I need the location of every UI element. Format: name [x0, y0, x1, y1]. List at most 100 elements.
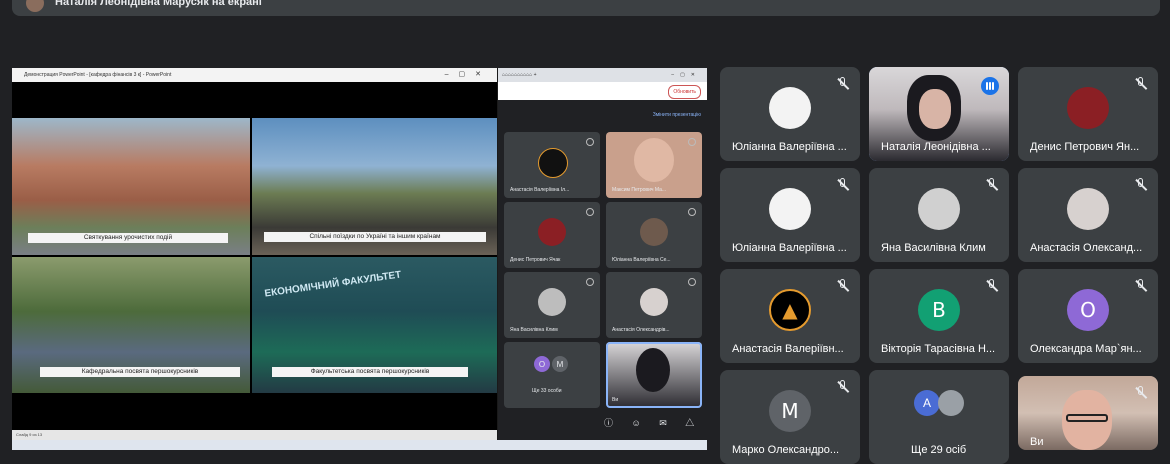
participant-tile[interactable]: Яна Василівна Клим	[869, 168, 1009, 262]
mini-avatar	[640, 288, 668, 316]
mic-off-icon	[836, 77, 850, 91]
mini-tile-name: Анастасія Олександрів...	[612, 327, 670, 333]
mini-tile: Максим Петрович Ма...	[606, 132, 702, 198]
mini-tile: Яна Василівна Клим	[504, 272, 600, 338]
participant-name: Яна Василівна Клим	[881, 242, 986, 254]
mini-avatar: М	[552, 356, 568, 372]
slide-counter: Слайд 9 из 13	[16, 432, 43, 437]
mini-avatar	[538, 218, 566, 246]
mic-off-icon	[586, 138, 594, 146]
participant-name: Наталія Леонідівна ...	[881, 141, 991, 153]
participant-avatar	[769, 87, 811, 129]
photo-department-initiation: Кафедральна посвята першокурсників	[12, 257, 250, 393]
mini-tile-name: Яна Василівна Клим	[510, 327, 558, 333]
mic-off-icon	[1134, 386, 1148, 400]
mini-tile-name: Анастасія Валеріївна Іл...	[510, 187, 570, 193]
mic-off-icon	[985, 178, 999, 192]
address-bar: Обновить	[498, 82, 707, 100]
participant-avatar	[1067, 87, 1109, 129]
participant-avatar: М	[769, 390, 811, 432]
participant-name: Денис Петрович Ян...	[1030, 141, 1140, 153]
participant-name: Юліанна Валеріївна ...	[732, 141, 847, 153]
participant-tile[interactable]: Юліанна Валеріївна ...	[720, 168, 860, 262]
participant-avatar	[1067, 188, 1109, 230]
participant-avatar: В	[918, 289, 960, 331]
participant-name: Марко Олександро...	[732, 444, 840, 456]
mini-tile-name: Ви	[612, 397, 619, 403]
participant-name: Анастасія Олександ...	[1030, 242, 1143, 254]
presenting-text: Наталія Леонідівна Марусяк на екрані	[55, 0, 262, 8]
presenting-banner: Наталія Леонідівна Марусяк на екрані	[0, 0, 1170, 18]
mic-off-icon	[1134, 279, 1148, 293]
mini-avatar	[640, 218, 668, 246]
caption-faculty: Факультетська посвята першокурсників	[272, 367, 468, 377]
browser-tabbar: ⌂⌂⌂⌂⌂⌂⌂⌂⌂⌂ + –▢✕	[498, 68, 707, 82]
mini-video-head	[636, 348, 670, 392]
ppt-statusbar: Слайд 9 из 13	[12, 430, 497, 440]
participant-name: Ви	[1030, 436, 1044, 448]
mic-off-icon	[688, 208, 696, 216]
mic-off-icon	[1134, 178, 1148, 192]
mic-off-icon	[836, 380, 850, 394]
participant-avatar	[938, 390, 964, 416]
mic-off-icon	[586, 278, 594, 286]
participant-avatar: А	[914, 390, 940, 416]
mini-tile-name: Ще 33 особи	[532, 388, 562, 394]
mic-off-icon	[586, 208, 594, 216]
faculty-logo: ЕКОНОМІЧНИЙ ФАКУЛЬТЕТ	[263, 269, 402, 300]
mic-off-icon	[1134, 77, 1148, 91]
participant-tile-speaking[interactable]: Наталія Леонідівна ...	[869, 67, 1009, 161]
caption-department: Кафедральна посвята першокурсників	[40, 367, 240, 377]
mini-avatar	[538, 148, 568, 178]
mic-off-icon	[836, 178, 850, 192]
participant-tile[interactable]: ▲ Анастасія Валеріївн...	[720, 269, 860, 363]
participant-tile[interactable]: Анастасія Олександ...	[1018, 168, 1158, 262]
participant-tile[interactable]: Юліанна Валеріївна ...	[720, 67, 860, 161]
participant-avatar: О	[1067, 289, 1109, 331]
more-participants-avatars: А	[914, 390, 974, 420]
ppt-title: Демонстрация PowerPoint - [кафедра фінан…	[24, 72, 172, 78]
ppt-titlebar: Демонстрация PowerPoint - [кафедра фінан…	[12, 68, 497, 82]
mic-off-icon	[688, 278, 696, 286]
caption-trips: Спільні поїздки по Україні та іншим краї…	[264, 232, 486, 242]
participant-name: Олександра Мар`ян...	[1030, 343, 1142, 355]
change-presentation-link: Змінити презентацію	[652, 112, 701, 118]
participant-avatar	[769, 188, 811, 230]
photo-faculty-initiation: ЕКОНОМІЧНИЙ ФАКУЛЬТЕТ Факультетська посв…	[252, 257, 497, 393]
tab-icons: ⌂⌂⌂⌂⌂⌂⌂⌂⌂⌂ +	[502, 72, 537, 78]
mini-tile-more: О М Ще 33 особи	[504, 342, 600, 408]
participant-name: Ще 29 осіб	[911, 444, 967, 456]
window-controls-icon: –▢✕	[444, 71, 491, 78]
mini-tile-name: Денис Петрович Ячак	[510, 257, 561, 263]
participant-tile[interactable]: О Олександра Мар`ян...	[1018, 269, 1158, 363]
mic-off-icon	[985, 279, 999, 293]
speaking-indicator-icon	[981, 77, 999, 95]
photo-celebrations: Святкування урочистих подій	[12, 118, 250, 255]
participant-name: Юліанна Валеріївна ...	[732, 242, 847, 254]
participant-name: Анастасія Валеріївн...	[732, 343, 844, 355]
participant-tile[interactable]: В Вікторія Тарасівна Н...	[869, 269, 1009, 363]
mini-avatar	[538, 288, 566, 316]
video-glasses	[1066, 414, 1108, 422]
self-tile[interactable]: Ви	[1018, 376, 1158, 450]
mini-avatar: О	[534, 356, 550, 372]
mini-tile: Анастасія Олександрів...	[606, 272, 702, 338]
windows-taskbar	[12, 440, 707, 450]
participant-name: Вікторія Тарасівна Н...	[881, 343, 996, 355]
video-face	[919, 89, 951, 129]
mic-off-icon	[688, 138, 696, 146]
browser-window-controls-icon: –▢✕	[671, 72, 701, 78]
participant-tile[interactable]: Денис Петрович Ян...	[1018, 67, 1158, 161]
mini-tile: Юліанна Валеріївна Се...	[606, 202, 702, 268]
slide: Святкування урочистих подій Спільні поїз…	[12, 118, 497, 393]
shared-screen: Демонстрация PowerPoint - [кафедра фінан…	[12, 68, 707, 450]
refresh-button: Обновить	[668, 85, 701, 99]
photo-trips: Спільні поїздки по Україні та іншим краї…	[252, 118, 497, 255]
mini-tile: Анастасія Валеріївна Іл...	[504, 132, 600, 198]
participant-avatar	[918, 188, 960, 230]
mini-tile-name: Юліанна Валеріївна Се...	[612, 257, 671, 263]
participant-avatar: ▲	[769, 289, 811, 331]
mini-tile-self: Ви	[606, 342, 702, 408]
powerpoint-window: Демонстрация PowerPoint - [кафедра фінан…	[12, 68, 497, 440]
mic-off-icon	[836, 279, 850, 293]
